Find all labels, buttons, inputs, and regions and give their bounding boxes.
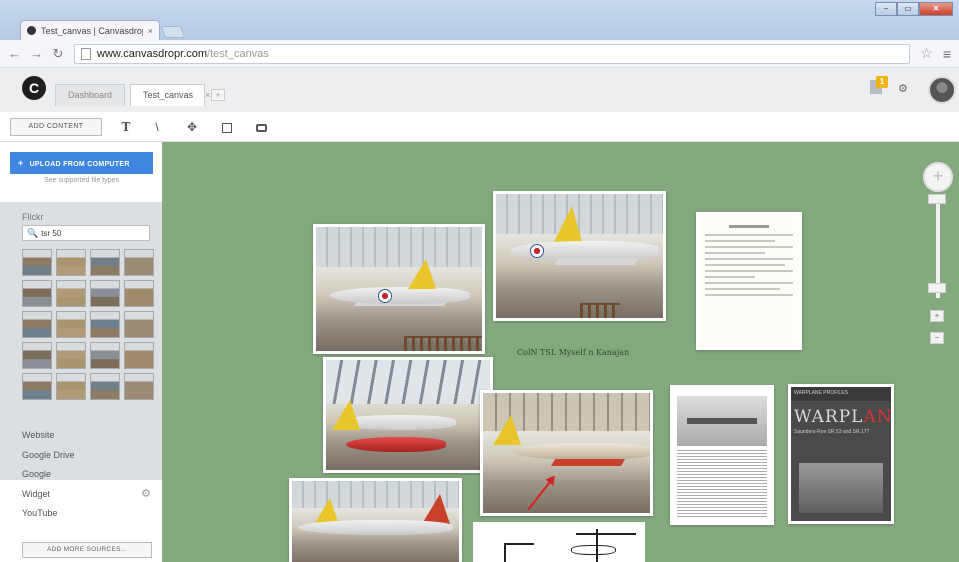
app-logo[interactable]: C [22, 76, 46, 100]
upload-from-computer-button[interactable]: + UPLOAD FROM COMPUTER [10, 152, 153, 174]
rectangle-tool-icon[interactable] [218, 118, 236, 136]
canvas-caption[interactable]: ColN TSL Myself n Kanajan [517, 348, 629, 357]
source-widget-label: Widget [22, 488, 51, 499]
flickr-label: Flickr [22, 212, 44, 222]
forward-arrow-icon[interactable]: → [30, 46, 43, 61]
add-content-button[interactable]: ADD CONTENT [10, 118, 102, 136]
canvas-photo-aircraft-5[interactable] [289, 478, 462, 562]
url-host: www.canvasdropr.com [97, 47, 208, 60]
flickr-thumbnail[interactable] [90, 342, 120, 369]
flickr-thumbnail[interactable] [124, 280, 154, 307]
add-more-sources-button[interactable]: ADD MORE SOURCES... [22, 542, 152, 558]
flickr-thumbnail[interactable] [124, 342, 154, 369]
upload-plus-icon: + [18, 158, 24, 168]
source-youtube[interactable]: YouTube [22, 504, 157, 524]
flickr-thumbnail[interactable] [90, 311, 120, 338]
flickr-thumbnail[interactable] [56, 280, 86, 307]
upload-label: UPLOAD FROM COMPUTER [29, 161, 130, 168]
canvas-photo-aircraft-3[interactable] [323, 357, 493, 473]
flickr-thumbnail[interactable] [22, 280, 52, 307]
flickr-thumbnail[interactable] [90, 280, 120, 307]
canvas-warplane-profile-page[interactable]: WARPLANE PROFILES WARPLANES Saunders-Roe… [788, 384, 894, 524]
close-window-button[interactable]: ✕ [919, 2, 953, 16]
flickr-thumbnail[interactable] [22, 342, 52, 369]
user-avatar[interactable] [928, 76, 956, 104]
canvas-technical-drawing[interactable] [473, 522, 645, 562]
flickr-thumbnail[interactable] [56, 249, 86, 276]
source-website[interactable]: Website [22, 426, 157, 446]
canvas-newspaper-page[interactable] [670, 385, 774, 525]
search-icon: 🔍 [27, 228, 39, 238]
flickr-thumbnail[interactable] [90, 373, 120, 400]
zoom-slider-top-cap [928, 194, 946, 204]
flickr-thumbnail[interactable] [56, 373, 86, 400]
new-tab-button[interactable] [160, 26, 186, 38]
warplane-photo [799, 463, 883, 513]
flickr-thumbnail-grid [22, 249, 154, 400]
canvas-toolbar: ADD CONTENT T \ ✥ [0, 112, 959, 142]
maximize-button[interactable]: ▭ [897, 2, 919, 16]
add-tab-button[interactable]: + [211, 89, 225, 101]
flickr-thumbnail[interactable] [56, 342, 86, 369]
favicon-icon [27, 26, 36, 35]
flickr-thumbnail[interactable] [22, 373, 52, 400]
flickr-thumbnail[interactable] [56, 311, 86, 338]
text-tool-icon[interactable]: T [117, 118, 135, 136]
flickr-thumbnail[interactable] [124, 311, 154, 338]
notification-badge: 1 [876, 76, 888, 88]
widget-settings-icon[interactable]: ⚙ [141, 485, 151, 505]
screen-tool-icon[interactable] [252, 118, 270, 136]
zoom-slider-handle[interactable] [928, 283, 946, 293]
content-sidebar: + UPLOAD FROM COMPUTER See supported file… [0, 142, 162, 562]
tab-close-icon[interactable]: × [148, 26, 153, 36]
minimize-button[interactable]: – [875, 2, 897, 16]
tab-close-icon[interactable]: × [205, 90, 210, 100]
move-tool-icon[interactable]: ✥ [183, 118, 201, 136]
url-field[interactable]: www.canvasdropr.com/test_canvas [74, 43, 911, 64]
canvas-photo-aircraft-4[interactable] [480, 390, 653, 516]
flickr-search-input[interactable]: 🔍 tsr 50 [22, 225, 150, 241]
canvas-document-page[interactable] [696, 212, 802, 350]
flickr-thumbnail[interactable] [90, 249, 120, 276]
pan-control[interactable] [923, 162, 953, 192]
window-controls: – ▭ ✕ [875, 2, 953, 16]
source-widget[interactable]: Widget ⚙ [22, 485, 157, 505]
browser-menu-icon[interactable]: ≡ [943, 46, 951, 62]
settings-gear-icon[interactable]: ⚙ [898, 82, 908, 95]
page-icon [81, 47, 91, 60]
source-google-drive[interactable]: Google Drive [22, 446, 157, 466]
warplane-subtitle: Saunders-Roe SR.53 and SR.177 [794, 429, 870, 435]
source-list: Website Google Drive Google Widget ⚙ YouT… [22, 426, 157, 524]
flickr-search-value: tsr 50 [41, 229, 62, 238]
browser-titlebar: Test_canvas | Canvasdrop × – ▭ ✕ [0, 0, 959, 40]
tab-dashboard[interactable]: Dashboard [55, 84, 125, 106]
supported-file-types-link[interactable]: See supported file types [10, 177, 153, 184]
tab-test-canvas-label: Test_canvas [143, 90, 194, 100]
warplane-title: WARPLANES [791, 401, 891, 427]
app-header: C Dashboard Test_canvas × + 1 ⚙ [0, 68, 959, 112]
flickr-thumbnail[interactable] [124, 249, 154, 276]
warplane-title-accent: ANES [863, 407, 893, 427]
flickr-thumbnail[interactable] [22, 249, 52, 276]
browser-tab-title: Test_canvas | Canvasdrop [41, 25, 143, 36]
browser-tab[interactable]: Test_canvas | Canvasdrop × [20, 20, 160, 40]
warplane-header: WARPLANE PROFILES [791, 387, 891, 401]
canvas-photo-aircraft-1[interactable] [313, 224, 485, 354]
canvas-photo-aircraft-2[interactable] [493, 191, 666, 321]
address-bar-row: ← → ↻ www.canvasdropr.com/test_canvas ☆ … [0, 40, 959, 68]
zoom-in-button[interactable]: + [930, 310, 944, 322]
url-path: /test_canvas [207, 47, 269, 60]
reload-icon[interactable]: ↻ [52, 46, 64, 62]
canvas-area[interactable]: ColN TSL Myself n Kanajan WARPLANE PROFI… [162, 142, 959, 562]
zoom-out-button[interactable]: − [930, 332, 944, 344]
warplane-title-main: WARPL [794, 407, 864, 427]
flickr-thumbnail[interactable] [22, 311, 52, 338]
bookmark-star-icon[interactable]: ☆ [920, 45, 933, 62]
back-arrow-icon[interactable]: ← [8, 46, 21, 61]
flickr-thumbnail[interactable] [124, 373, 154, 400]
pen-tool-icon[interactable]: \ [148, 118, 166, 136]
notifications-icon[interactable]: 1 [870, 76, 888, 94]
tab-test-canvas[interactable]: Test_canvas × [130, 84, 210, 106]
source-google[interactable]: Google [22, 465, 157, 485]
